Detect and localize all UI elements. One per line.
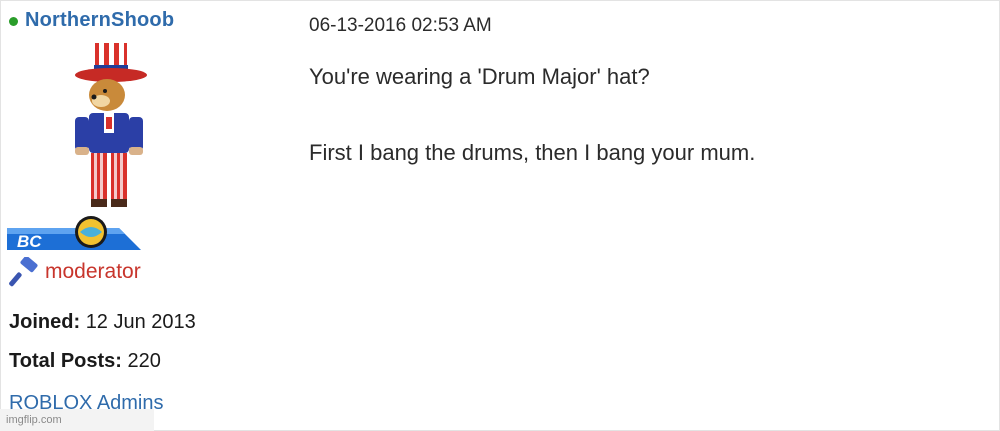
joined-label: Joined: bbox=[9, 311, 81, 333]
posts-label: Total Posts: bbox=[9, 350, 122, 372]
online-status-icon bbox=[9, 17, 18, 26]
joined-stat: Joined: 12 Jun 2013 bbox=[9, 311, 196, 334]
post-line: You're wearing a 'Drum Major' hat? bbox=[309, 64, 650, 89]
username-row: NorthernShoob bbox=[9, 9, 174, 32]
posts-value: 220 bbox=[127, 350, 161, 372]
role-label: moderator bbox=[45, 260, 141, 283]
post-timestamp: 06-13-2016 02:53 AM bbox=[309, 15, 492, 36]
posts-stat: Total Posts: 220 bbox=[9, 350, 161, 373]
avatar[interactable] bbox=[61, 41, 161, 216]
joined-value: 12 Jun 2013 bbox=[85, 311, 196, 333]
post-line: First I bang the drums, then I bang your… bbox=[309, 140, 756, 165]
author-panel: NorthernShoob BC moderator Joined: 12 Ju… bbox=[1, 1, 291, 430]
builders-club-badge: BC bbox=[7, 216, 141, 251]
badge-text: BC bbox=[17, 232, 42, 251]
watermark: imgflip.com bbox=[0, 409, 154, 431]
forum-post: NorthernShoob BC moderator Joined: 12 Ju… bbox=[0, 0, 1000, 431]
username-link[interactable]: NorthernShoob bbox=[25, 9, 174, 32]
role-row: moderator bbox=[9, 257, 141, 287]
gavel-icon bbox=[9, 257, 38, 287]
